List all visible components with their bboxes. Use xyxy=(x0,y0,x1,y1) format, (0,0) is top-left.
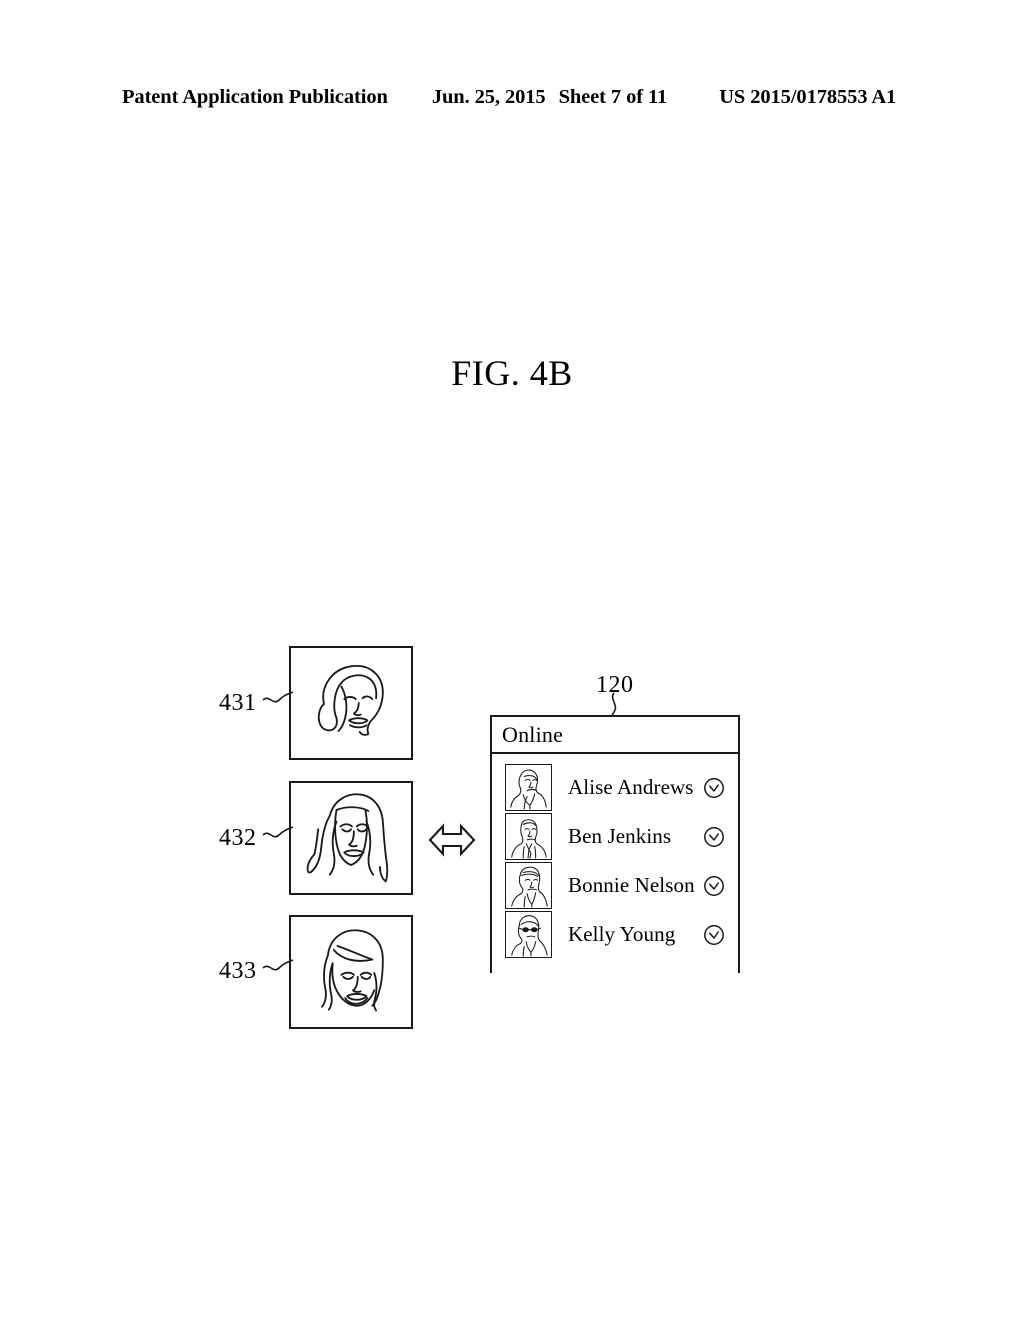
panel-header: Online xyxy=(492,717,738,754)
contact-list-item[interactable]: Bonnie Nelson xyxy=(492,861,738,910)
reference-numeral-433: 433 xyxy=(219,958,257,984)
tilted-face-line-art-icon xyxy=(317,665,384,736)
contact-name: Kelly Young xyxy=(568,922,676,946)
page-header: Patent Application Publication Jun. 25, … xyxy=(122,86,902,112)
patent-number: US 2015/0178553 A1 xyxy=(719,86,897,108)
woman-portrait-thumbnail-icon xyxy=(510,769,547,810)
frontal-face-long-hair-line-art-icon xyxy=(306,793,389,883)
sheet-number: Sheet 7 of 11 xyxy=(558,86,668,108)
contact-list: Alise Andrews Ben Jenkins Bonnie Nelson … xyxy=(492,754,738,959)
avatar xyxy=(505,813,552,860)
avatar xyxy=(505,911,552,958)
contact-list-item[interactable]: Ben Jenkins xyxy=(492,812,738,861)
video-frame-431[interactable] xyxy=(289,646,413,760)
reference-numeral-432: 432 xyxy=(219,825,257,851)
chevron-down-circle-icon[interactable] xyxy=(703,777,725,799)
avatar xyxy=(505,862,552,909)
contact-name: Ben Jenkins xyxy=(568,824,672,848)
man-portrait-thumbnail-icon xyxy=(511,819,547,859)
woman-sunglasses-portrait-thumbnail-icon xyxy=(511,915,548,957)
person-portrait-thumbnail-icon xyxy=(511,866,548,908)
video-frame-432[interactable] xyxy=(289,781,413,895)
figure-title: FIG. 4B xyxy=(451,353,573,393)
leader-line-432 xyxy=(262,826,294,838)
panel-header-label: Online xyxy=(502,721,564,747)
contact-list-item[interactable]: Alise Andrews xyxy=(492,763,738,812)
smiling-face-line-art-icon xyxy=(321,929,384,1012)
leader-line-433 xyxy=(262,959,294,971)
leader-line-431 xyxy=(262,691,294,703)
reference-numeral-431: 431 xyxy=(219,690,257,716)
contact-name: Bonnie Nelson xyxy=(568,873,695,897)
contact-name: Alise Andrews xyxy=(568,775,694,799)
chevron-down-circle-icon[interactable] xyxy=(703,875,725,897)
contact-list-item[interactable]: Kelly Young xyxy=(492,910,738,959)
chevron-down-circle-icon[interactable] xyxy=(703,924,725,946)
publication-date: Jun. 25, 2015 xyxy=(431,86,546,108)
publication-label: Patent Application Publication xyxy=(122,86,388,108)
online-contacts-panel: Online Alise Andrews Ben Jenkins Bonnie … xyxy=(490,715,740,973)
double-headed-horizontal-arrow-icon xyxy=(428,823,476,857)
chevron-down-circle-icon[interactable] xyxy=(703,826,725,848)
avatar xyxy=(505,764,552,811)
video-frame-433[interactable] xyxy=(289,915,413,1029)
